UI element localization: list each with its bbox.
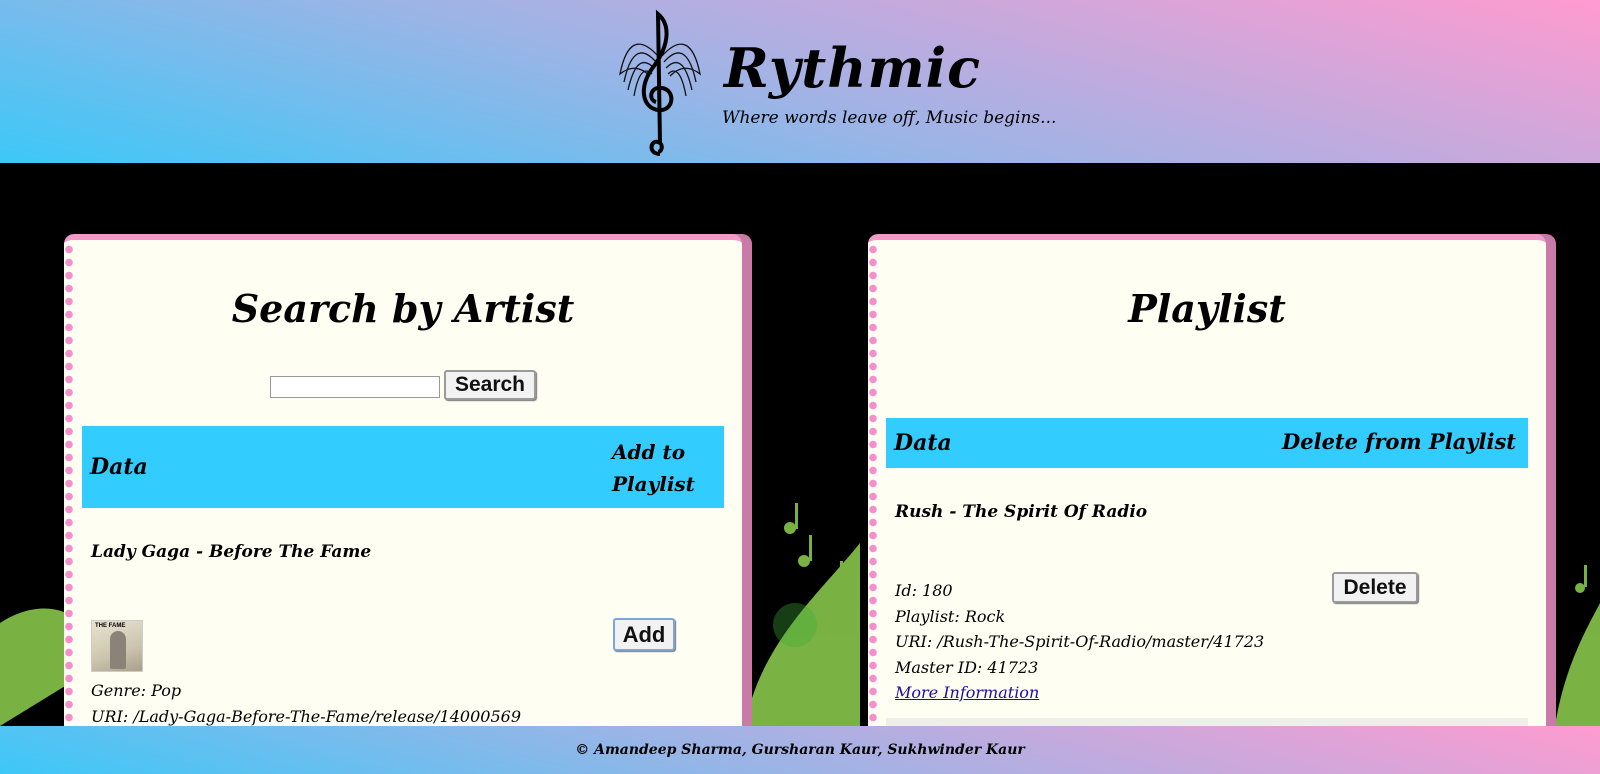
search-panel: Search by Artist Search Data Add to Play… bbox=[64, 234, 742, 734]
result-details: Genre: Pop URI: /Lady-Gaga-Before-The-Fa… bbox=[91, 678, 521, 729]
site-footer: © Amandeep Sharma, Gursharan Kaur, Sukhw… bbox=[0, 726, 1600, 774]
brand-title: Rythmic bbox=[724, 36, 982, 100]
playlist-item-playlist: Playlist: Rock bbox=[895, 606, 1006, 626]
playlist-item-id: Id: 180 bbox=[895, 581, 953, 600]
playlist-panel: Playlist Data Delete from Playlist Rush … bbox=[868, 234, 1546, 734]
brand-tagline: Where words leave off, Music begins... bbox=[722, 108, 1057, 128]
playlist-table-header: Data Delete from Playlist bbox=[886, 418, 1528, 468]
site-header: Rythmic Where words leave off, Music beg… bbox=[0, 0, 1600, 163]
playlist-item-title: Rush - The Spirit Of Radio bbox=[895, 502, 1148, 522]
search-table-header: Data Add to Playlist bbox=[82, 426, 724, 508]
search-button[interactable]: Search bbox=[444, 370, 536, 400]
footer-credits: © Amandeep Sharma, Gursharan Kaur, Sukhw… bbox=[575, 742, 1025, 758]
result-title: Lady Gaga - Before The Fame bbox=[91, 542, 372, 562]
column-header-delete: Delete from Playlist bbox=[1282, 429, 1516, 454]
album-cover-image: THE FAME bbox=[91, 620, 143, 672]
column-header-data: Data bbox=[90, 454, 148, 480]
playlist-panel-title: Playlist bbox=[1128, 286, 1286, 331]
treble-clef-wings-icon bbox=[619, 9, 701, 156]
column-header-add: Add to Playlist bbox=[612, 440, 695, 496]
search-panel-title: Search by Artist bbox=[231, 286, 575, 331]
delete-from-playlist-button[interactable]: Delete bbox=[1332, 572, 1418, 603]
column-header-data: Data bbox=[894, 430, 952, 456]
artist-search-input[interactable] bbox=[270, 376, 440, 398]
add-to-playlist-button[interactable]: Add bbox=[613, 618, 675, 651]
more-information-link[interactable]: More Information bbox=[895, 683, 1039, 702]
result-genre: Genre: Pop bbox=[91, 681, 182, 700]
playlist-item-details: Id: 180 Playlist: Rock URI: /Rush-The-Sp… bbox=[895, 578, 1264, 706]
playlist-item-uri: URI: /Rush-The-Spirit-Of-Radio/master/41… bbox=[895, 632, 1265, 651]
playlist-item-master-id: Master ID: 41723 bbox=[895, 657, 1039, 677]
